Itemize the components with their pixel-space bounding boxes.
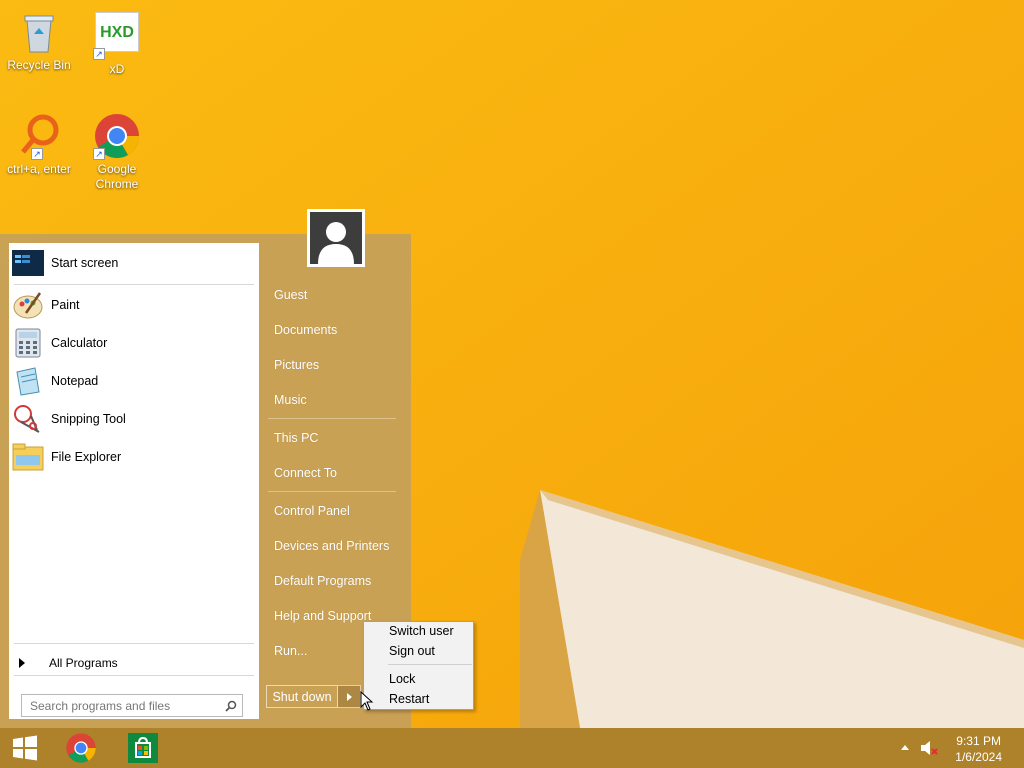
start-item-music[interactable]: Music: [274, 393, 307, 407]
system-clock[interactable]: 9:31 PM 1/6/2024: [955, 733, 1002, 765]
calculator-icon: [12, 327, 44, 359]
volume-muted-icon[interactable]: [920, 740, 938, 756]
separator: [268, 491, 396, 492]
menu-item-lock[interactable]: Lock: [389, 672, 415, 686]
program-calculator[interactable]: Calculator: [9, 326, 259, 360]
desktop-icon-label: ctrl+a, enter: [7, 162, 71, 176]
search-icon: [220, 695, 242, 716]
paint-icon: [12, 289, 44, 321]
desktop-icon-google-chrome[interactable]: ↗ Google Chrome: [78, 112, 156, 192]
program-label: Start screen: [51, 256, 119, 270]
autohotkey-icon: ↗: [15, 112, 63, 160]
separator: [388, 664, 472, 665]
shutdown-options-button[interactable]: [338, 685, 361, 708]
power-options-menu: Switch user Sign out Lock Restart: [363, 621, 474, 710]
snipping-tool-icon: [12, 403, 44, 435]
shortcut-arrow-icon: ↗: [31, 148, 43, 160]
program-label: Notepad: [51, 374, 99, 388]
all-programs-button[interactable]: All Programs: [19, 656, 118, 670]
program-snipping-tool[interactable]: Snipping Tool: [9, 402, 259, 436]
start-menu-programs-pane: Start screen Paint Calculator Notepad Sn…: [9, 243, 259, 719]
start-button[interactable]: [0, 728, 50, 768]
search-placeholder: Search programs and files: [30, 698, 171, 713]
start-item-guest[interactable]: Guest: [274, 288, 307, 302]
start-item-control-panel[interactable]: Control Panel: [274, 504, 350, 518]
desktop-icon-label: Google Chrome: [95, 162, 139, 191]
program-notepad[interactable]: Notepad: [9, 364, 259, 398]
show-hidden-icons-icon[interactable]: [901, 745, 909, 750]
menu-item-sign-out[interactable]: Sign out: [389, 644, 435, 658]
menu-item-switch-user[interactable]: Switch user: [389, 624, 454, 638]
start-menu: Start screen Paint Calculator Notepad Sn…: [0, 209, 411, 728]
desktop-icon-label: xD: [109, 62, 125, 76]
start-item-help-and-support[interactable]: Help and Support: [274, 609, 371, 623]
file-explorer-icon: [12, 441, 44, 473]
separator: [14, 675, 254, 676]
hxd-icon: HXD ↗: [93, 12, 141, 60]
program-label: Calculator: [51, 336, 108, 350]
user-avatar-icon: [310, 212, 362, 264]
separator: [268, 418, 396, 419]
chevron-right-icon: [346, 692, 352, 701]
shortcut-arrow-icon: ↗: [93, 48, 105, 60]
start-item-devices-and-printers[interactable]: Devices and Printers: [274, 539, 389, 553]
start-item-this-pc[interactable]: This PC: [274, 431, 318, 445]
clock-time: 9:31 PM: [956, 734, 1001, 748]
chevron-right-icon: [19, 658, 25, 668]
windows-logo-icon: [13, 735, 37, 761]
shutdown-button[interactable]: Shut down: [266, 685, 338, 708]
desktop-icon-label: Recycle Bin: [7, 58, 71, 72]
shortcut-arrow-icon: ↗: [93, 148, 105, 160]
program-label: Paint: [51, 298, 80, 312]
start-item-run[interactable]: Run...: [274, 644, 307, 658]
start-screen-icon: [12, 247, 44, 279]
desktop-icon-xd[interactable]: HXD ↗ xD: [78, 8, 156, 77]
mouse-cursor-icon: [360, 691, 374, 711]
search-input[interactable]: Search programs and files: [21, 694, 243, 717]
recycle-bin-icon: [15, 8, 63, 56]
program-label: Snipping Tool: [51, 412, 126, 426]
menu-item-restart[interactable]: Restart: [389, 692, 429, 706]
chrome-icon: ↗: [93, 112, 141, 160]
program-label: File Explorer: [51, 450, 122, 464]
clock-date: 1/6/2024: [955, 750, 1002, 764]
start-item-documents[interactable]: Documents: [274, 323, 337, 337]
desktop-icon-autohotkey[interactable]: ↗ ctrl+a, enter: [0, 112, 78, 177]
all-programs-label: All Programs: [49, 656, 118, 670]
desktop-icon-recycle-bin[interactable]: Recycle Bin: [0, 8, 78, 73]
separator: [14, 284, 254, 285]
start-item-connect-to[interactable]: Connect To: [274, 466, 337, 480]
start-item-pictures[interactable]: Pictures: [274, 358, 319, 372]
start-item-default-programs[interactable]: Default Programs: [274, 574, 371, 588]
chrome-taskbar-icon[interactable]: [56, 728, 106, 768]
program-file-explorer[interactable]: File Explorer: [9, 440, 259, 474]
taskbar: 9:31 PM 1/6/2024: [0, 728, 1024, 768]
program-start-screen[interactable]: Start screen: [9, 246, 259, 280]
notepad-icon: [12, 365, 44, 397]
user-avatar[interactable]: [307, 209, 365, 267]
program-paint[interactable]: Paint: [9, 288, 259, 322]
separator: [14, 643, 254, 644]
store-taskbar-icon[interactable]: [118, 728, 168, 768]
